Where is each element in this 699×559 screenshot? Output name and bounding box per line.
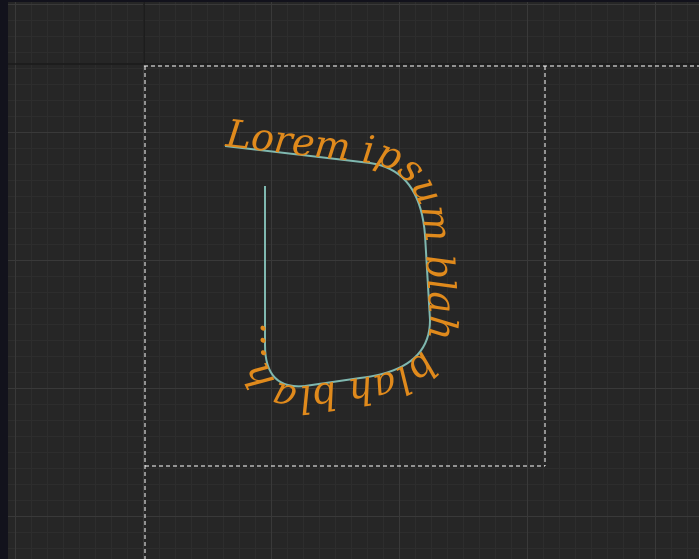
- curved-text-content: Lorem ipsum blah blah blah...: [223, 111, 466, 422]
- curved-text[interactable]: Lorem ipsum blah blah blah...: [223, 111, 466, 422]
- canvas-scene: Lorem ipsum blah blah blah...: [8, 2, 699, 559]
- design-canvas[interactable]: Lorem ipsum blah blah blah...: [8, 2, 699, 559]
